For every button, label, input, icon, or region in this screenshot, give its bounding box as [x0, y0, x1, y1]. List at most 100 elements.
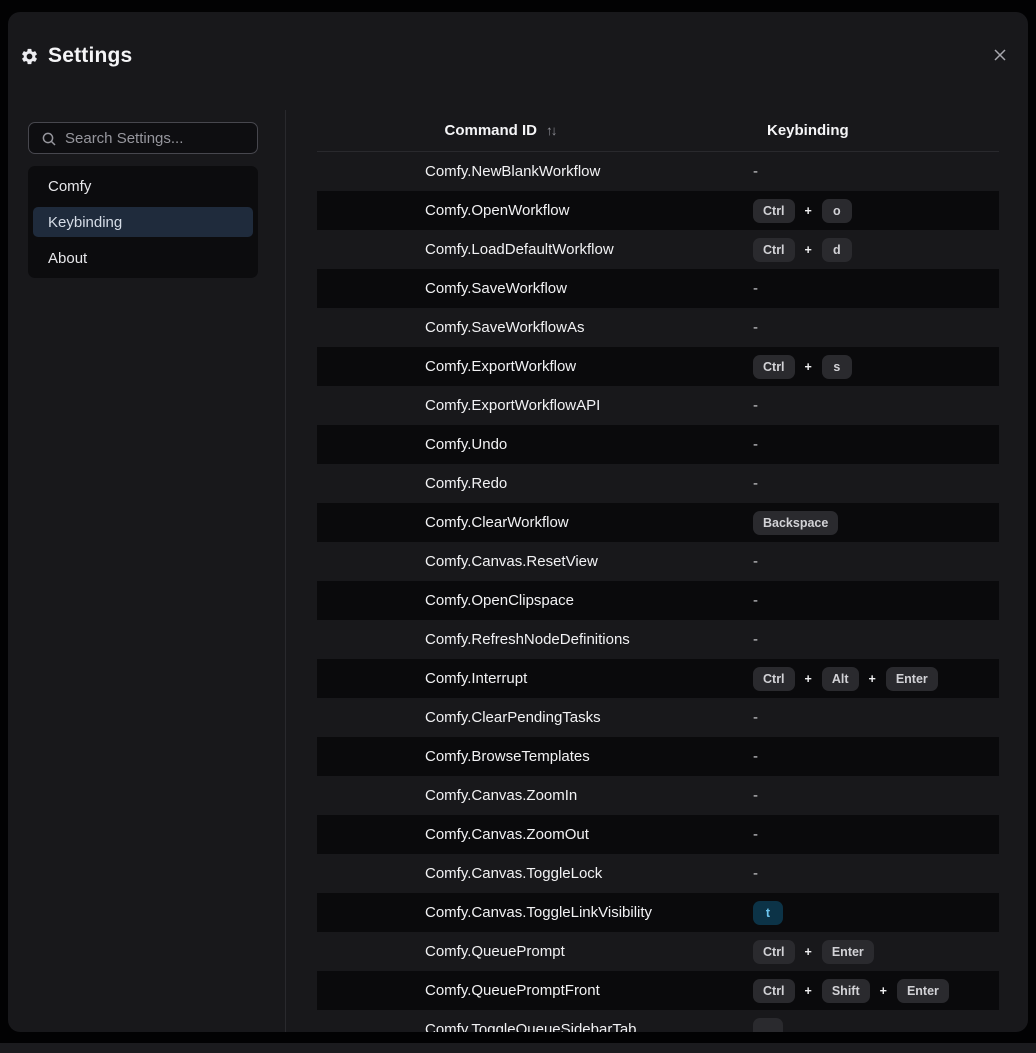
key-chip: t	[753, 901, 783, 925]
keybinding-cell: Ctrl+s	[737, 355, 999, 379]
keybinding-cell: -	[737, 475, 999, 492]
table-row[interactable]: Comfy.NewBlankWorkflow-	[317, 152, 999, 191]
command-id-cell: Comfy.Canvas.ResetView	[317, 553, 737, 570]
sort-icon[interactable]: ↑↓	[546, 123, 556, 138]
plus-separator: +	[805, 204, 812, 218]
empty-keybinding: -	[753, 397, 758, 414]
settings-nav: Comfy Keybinding About	[28, 166, 258, 278]
dialog-header: Settings	[20, 44, 132, 68]
command-id-cell: Comfy.Interrupt	[317, 670, 737, 687]
command-id-cell: Comfy.RefreshNodeDefinitions	[317, 631, 737, 648]
keybinding-cell: Ctrl+Shift+Enter	[737, 979, 999, 1003]
keybinding-cell: Backspace	[737, 511, 999, 535]
table-row[interactable]: Comfy.Canvas.ResetView-	[317, 542, 999, 581]
keybinding-cell: -	[737, 787, 999, 804]
table-row[interactable]: Comfy.ClearWorkflow Backspace	[317, 503, 999, 542]
key-chip: d	[822, 238, 852, 262]
key-chip: Alt	[822, 667, 859, 691]
table-row[interactable]: Comfy.BrowseTemplates-	[317, 737, 999, 776]
app-background-strip	[0, 1043, 1036, 1053]
keybinding-cell: -	[737, 592, 999, 609]
keybinding-cell: -	[737, 826, 999, 843]
table-row[interactable]: Comfy.ClearPendingTasks-	[317, 698, 999, 737]
keybinding-cell: Ctrl+Enter	[737, 940, 999, 964]
table-row[interactable]: Comfy.QueuePromptCtrl+Enter	[317, 932, 999, 971]
command-id-cell: Comfy.SaveWorkflowAs	[317, 319, 737, 336]
plus-separator: +	[805, 984, 812, 998]
table-row[interactable]: Comfy.Undo-	[317, 425, 999, 464]
command-id-cell: Comfy.ExportWorkflow	[317, 358, 737, 375]
table-row[interactable]: Comfy.Canvas.ToggleLinkVisibilityt	[317, 893, 999, 932]
column-header-command-id[interactable]: Command ID ↑↓	[317, 122, 737, 139]
table-row[interactable]: Comfy.ExportWorkflowAPI-	[317, 386, 999, 425]
command-id-cell: Comfy.OpenClipspace	[317, 592, 737, 609]
keybinding-cell: -	[737, 709, 999, 726]
key-chip: s	[822, 355, 852, 379]
command-id-cell: Comfy.QueuePrompt	[317, 943, 737, 960]
keybinding-cell	[737, 1018, 999, 1033]
command-id-cell: Comfy.ToggleQueueSidebarTab	[317, 1021, 737, 1032]
table-row[interactable]: Comfy.ExportWorkflowCtrl+s	[317, 347, 999, 386]
keybinding-cell: -	[737, 436, 999, 453]
keybinding-cell: -	[737, 319, 999, 336]
key-chip: Ctrl	[753, 238, 795, 262]
table-row[interactable]: Comfy.ToggleQueueSidebarTab	[317, 1010, 999, 1032]
command-id-cell: Comfy.Canvas.ZoomOut	[317, 826, 737, 843]
empty-keybinding: -	[753, 709, 758, 726]
dialog-title: Settings	[48, 44, 132, 68]
table-header-row: Command ID ↑↓ Keybinding	[317, 110, 999, 152]
table-row[interactable]: Comfy.SaveWorkflowAs-	[317, 308, 999, 347]
empty-keybinding: -	[753, 631, 758, 648]
key-chip: Enter	[822, 940, 874, 964]
command-id-cell: Comfy.ExportWorkflowAPI	[317, 397, 737, 414]
keybinding-cell: Ctrl+o	[737, 199, 999, 223]
empty-keybinding: -	[753, 163, 758, 180]
table-body: Comfy.NewBlankWorkflow-Comfy.OpenWorkflo…	[317, 152, 999, 1032]
command-id-cell: Comfy.BrowseTemplates	[317, 748, 737, 765]
command-id-cell: Comfy.Redo	[317, 475, 737, 492]
table-row[interactable]: Comfy.SaveWorkflow-	[317, 269, 999, 308]
keybinding-cell: -	[737, 748, 999, 765]
search-input[interactable]	[29, 123, 257, 153]
command-id-cell: Comfy.ClearWorkflow	[317, 514, 737, 531]
close-button[interactable]	[988, 43, 1012, 67]
sidebar-item-keybinding[interactable]: Keybinding	[33, 207, 253, 237]
sidebar-item-about[interactable]: About	[33, 243, 253, 273]
empty-keybinding: -	[753, 436, 758, 453]
key-chip	[753, 1018, 783, 1033]
keybinding-cell: Ctrl+Alt+Enter	[737, 667, 999, 691]
key-chip: Ctrl	[753, 940, 795, 964]
keybinding-cell: -	[737, 865, 999, 882]
column-header-label: Keybinding	[767, 122, 849, 139]
empty-keybinding: -	[753, 475, 758, 492]
empty-keybinding: -	[753, 553, 758, 570]
keybinding-table: Command ID ↑↓ Keybinding Comfy.NewBlankW…	[317, 110, 999, 1032]
keybinding-cell: -	[737, 280, 999, 297]
table-row[interactable]: Comfy.Canvas.ToggleLock-	[317, 854, 999, 893]
close-icon	[990, 45, 1010, 65]
table-row[interactable]: Comfy.OpenWorkflowCtrl+o	[317, 191, 999, 230]
table-row[interactable]: Comfy.InterruptCtrl+Alt+Enter	[317, 659, 999, 698]
sidebar-divider	[285, 110, 286, 1032]
gear-icon	[20, 47, 39, 66]
plus-separator: +	[880, 984, 887, 998]
command-id-cell: Comfy.Canvas.ToggleLock	[317, 865, 737, 882]
table-row[interactable]: Comfy.LoadDefaultWorkflowCtrl+d	[317, 230, 999, 269]
command-id-cell: Comfy.Canvas.ZoomIn	[317, 787, 737, 804]
column-header-keybinding: Keybinding	[737, 122, 999, 139]
table-row[interactable]: Comfy.Canvas.ZoomOut-	[317, 815, 999, 854]
key-chip: Ctrl	[753, 667, 795, 691]
sidebar-item-comfy[interactable]: Comfy	[33, 171, 253, 201]
plus-separator: +	[805, 243, 812, 257]
table-row[interactable]: Comfy.QueuePromptFrontCtrl+Shift+Enter	[317, 971, 999, 1010]
table-row[interactable]: Comfy.Canvas.ZoomIn-	[317, 776, 999, 815]
keybinding-cell: -	[737, 553, 999, 570]
keybinding-cell: t	[737, 901, 999, 925]
table-row[interactable]: Comfy.Redo-	[317, 464, 999, 503]
settings-sidebar: Comfy Keybinding About	[28, 110, 258, 278]
table-row[interactable]: Comfy.OpenClipspace-	[317, 581, 999, 620]
plus-separator: +	[805, 672, 812, 686]
key-chip: Enter	[897, 979, 949, 1003]
key-chip: Backspace	[753, 511, 838, 535]
table-row[interactable]: Comfy.RefreshNodeDefinitions-	[317, 620, 999, 659]
